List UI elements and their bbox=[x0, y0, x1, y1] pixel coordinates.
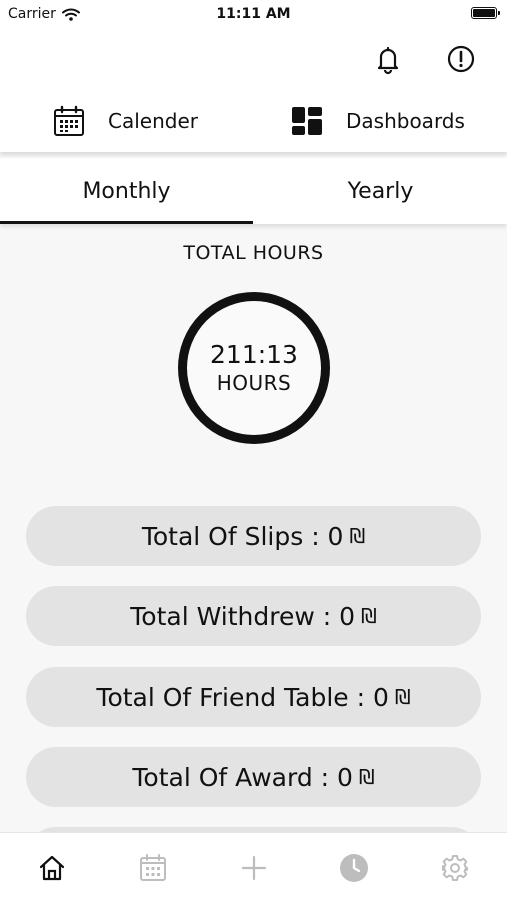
total-friend-table-pill[interactable]: Total Of Friend Table : 0 ₪ bbox=[26, 667, 481, 727]
calendar-icon bbox=[54, 105, 84, 136]
clock-time: 11:11 AM bbox=[216, 6, 291, 22]
period-tabs: Monthly Yearly bbox=[0, 158, 507, 224]
home-icon[interactable] bbox=[35, 851, 69, 885]
hours-unit: HOURS bbox=[216, 371, 292, 395]
dashboard-icon bbox=[292, 107, 322, 135]
alert-circle-icon[interactable] bbox=[444, 42, 478, 76]
plus-icon[interactable] bbox=[237, 851, 271, 885]
total-slips-pill[interactable]: Total Of Slips : 0 ₪ bbox=[26, 506, 481, 566]
hours-ring: 211:13 HOURS bbox=[178, 292, 330, 444]
shekel-sign: ₪ bbox=[349, 524, 366, 548]
nav-dashboards[interactable]: Dashboards bbox=[290, 104, 465, 138]
total-withdrew-pill[interactable]: Total Withdrew : 0 ₪ bbox=[26, 586, 481, 646]
status-bar: Carrier 11:11 AM bbox=[0, 0, 507, 28]
tab-monthly[interactable]: Monthly bbox=[0, 158, 253, 224]
shekel-sign: ₪ bbox=[361, 604, 377, 628]
battery-icon bbox=[471, 7, 500, 19]
total-award-pill[interactable]: Total Of Award : 0 ₪ bbox=[26, 747, 481, 807]
bell-icon[interactable] bbox=[371, 42, 405, 76]
total-friend-table-label: Total Of Friend Table : 0 bbox=[96, 682, 389, 712]
bottom-tab-bar bbox=[0, 832, 507, 900]
nav-dashboards-label: Dashboards bbox=[346, 109, 465, 133]
hours-value: 211:13 bbox=[210, 340, 298, 369]
top-bar bbox=[0, 28, 507, 92]
main-nav: Calender Dashboards bbox=[0, 92, 507, 152]
total-hours-title: TOTAL HOURS bbox=[183, 242, 324, 264]
shekel-sign: ₪ bbox=[358, 765, 375, 789]
settings-icon[interactable] bbox=[438, 851, 472, 885]
total-withdrew-label: Total Withdrew : 0 bbox=[130, 601, 356, 631]
tab-yearly[interactable]: Yearly bbox=[254, 158, 507, 224]
total-award-label: Total Of Award : 0 bbox=[132, 762, 353, 792]
clock-icon[interactable] bbox=[337, 851, 371, 885]
nav-calender[interactable]: Calender bbox=[52, 104, 198, 138]
nav-calender-label: Calender bbox=[108, 109, 198, 133]
shekel-sign: ₪ bbox=[394, 685, 411, 709]
calendar-icon[interactable] bbox=[136, 851, 170, 885]
total-slips-label: Total Of Slips : 0 bbox=[141, 521, 344, 551]
